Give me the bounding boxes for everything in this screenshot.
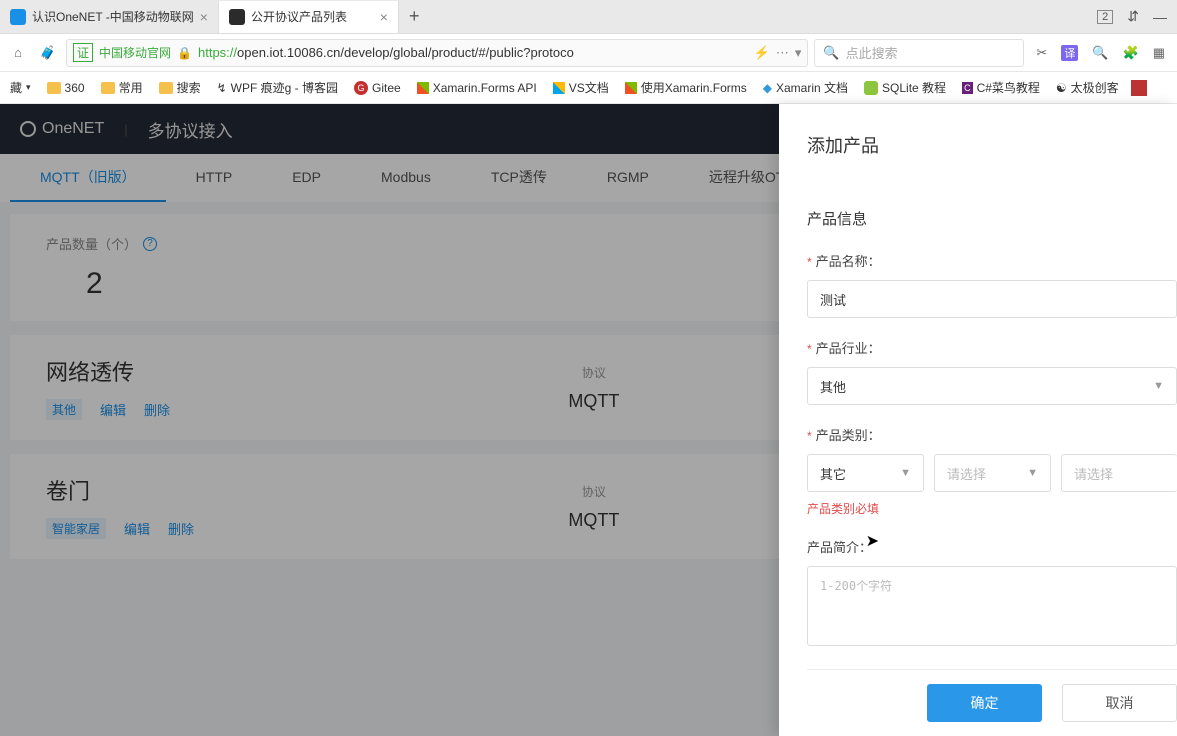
taichi-icon: ☯ [1056,81,1067,95]
tab-title: 认识OneNET -中国移动物联网 [32,8,194,25]
bookmark-item[interactable] [1131,80,1147,96]
tab-title: 公开协议产品列表 [251,8,374,25]
lock-icon: 🔒 [177,46,192,60]
home-icon[interactable]: ⌂ [6,41,30,65]
add-product-drawer: 添加产品 产品信息 *产品名称： *产品行业： 其他▼ *产品类别： 其它▼ 请… [779,104,1177,736]
sqlite-icon [864,81,878,95]
search-placeholder: 点此搜索 [846,43,898,62]
desc-label: 产品简介： [807,537,1177,556]
name-label: *产品名称： [807,251,1177,270]
desc-textarea[interactable] [807,566,1177,646]
chevron-down-icon: ▼ [900,467,911,479]
xamarin-icon: ◆ [763,81,772,95]
bookmark-item[interactable]: ↯WPF 痕迹g - 博客园 [213,77,342,98]
bookmark-item[interactable]: VS文档 [549,77,613,98]
browser-tab-strip: 认识OneNET -中国移动物联网 × 公开协议产品列表 × + 2 ⇵ — [0,0,1177,34]
search-icon[interactable]: 🔍 [1092,45,1108,61]
bookmark-item[interactable]: SQLite 教程 [860,77,950,98]
briefcase-icon[interactable]: 🧳 [36,41,60,65]
ms-icon [625,82,637,94]
apps-icon[interactable]: ▦ [1153,45,1165,61]
section-title: 产品信息 [807,208,1177,229]
new-tab-button[interactable]: + [399,6,430,27]
category-label: *产品类别： [807,425,1177,444]
translate-icon[interactable]: 译 [1061,45,1078,61]
folder-icon [101,82,115,94]
bookmark-item[interactable]: ☯太极创客 [1052,77,1123,98]
search-icon: 🔍 [823,45,839,61]
favicon-icon [10,9,26,25]
ms-icon [553,82,565,94]
window-count-badge[interactable]: 2 [1097,10,1113,24]
search-input[interactable]: 🔍 点此搜索 [814,39,1024,67]
bookmark-item[interactable]: 使用Xamarin.Forms [621,77,751,98]
cert-badge: 证 [73,43,93,62]
category-select-1[interactable]: 其它▼ [807,454,924,492]
more-icon[interactable]: ⋯ [776,45,789,61]
chevron-down-icon[interactable]: ▾ [795,45,802,61]
url-text: https://open.iot.10086.cn/develop/global… [198,45,574,60]
bookmark-item[interactable]: ◆Xamarin 文档 [759,77,852,98]
bookmark-item[interactable]: 360 [43,79,89,97]
site-name: 中国移动官网 [99,44,171,61]
folder-icon [159,82,173,94]
drawer-title: 添加产品 [807,132,1177,158]
cancel-button[interactable]: 取消 [1062,684,1177,722]
browser-tab[interactable]: 认识OneNET -中国移动物联网 × [0,1,219,33]
bookmarks-bar: 藏▾ 360 常用 搜索 ↯WPF 痕迹g - 博客园 GGitee Xamar… [0,72,1177,104]
bookmark-item[interactable]: CC#菜鸟教程 [958,77,1044,98]
chevron-down-icon: ▼ [1153,380,1164,392]
category-select-3[interactable]: 请选择 [1061,454,1177,492]
gitee-icon: G [354,81,368,95]
url-input[interactable]: 证 中国移动官网 🔒 https://open.iot.10086.cn/dev… [66,39,808,67]
ms-icon [417,82,429,94]
close-icon[interactable]: × [200,9,208,25]
browser-tab-active[interactable]: 公开协议产品列表 × [219,1,399,33]
category-error: 产品类别必填 [807,500,1177,517]
csharp-icon: C [962,82,973,94]
bookmark-item[interactable]: Xamarin.Forms API [413,79,541,97]
ok-button[interactable]: 确定 [927,684,1042,722]
wpf-icon: ↯ [217,81,227,95]
puzzle-icon[interactable]: 🧩 [1123,45,1139,61]
bookmark-item[interactable]: 藏▾ [6,77,35,98]
address-bar: ⌂ 🧳 证 中国移动官网 🔒 https://open.iot.10086.cn… [0,34,1177,72]
lightning-icon[interactable]: ⚡ [754,45,770,61]
category-select-2[interactable]: 请选择▼ [934,454,1051,492]
chevron-down-icon: ▼ [1027,467,1038,479]
bookmark-item[interactable]: 常用 [97,77,147,98]
extensions-icon[interactable]: ⇵ [1127,8,1139,25]
product-name-input[interactable] [807,280,1177,318]
industry-label: *产品行业： [807,338,1177,357]
bookmark-item[interactable]: GGitee [350,79,405,97]
favicon-icon [229,9,245,25]
minimize-icon[interactable]: — [1153,9,1167,25]
scissors-icon[interactable]: ✂ [1036,45,1047,61]
folder-icon [47,82,61,94]
bookmark-item[interactable]: 搜索 [155,77,205,98]
close-icon[interactable]: × [380,9,388,25]
industry-select[interactable]: 其他▼ [807,367,1177,405]
